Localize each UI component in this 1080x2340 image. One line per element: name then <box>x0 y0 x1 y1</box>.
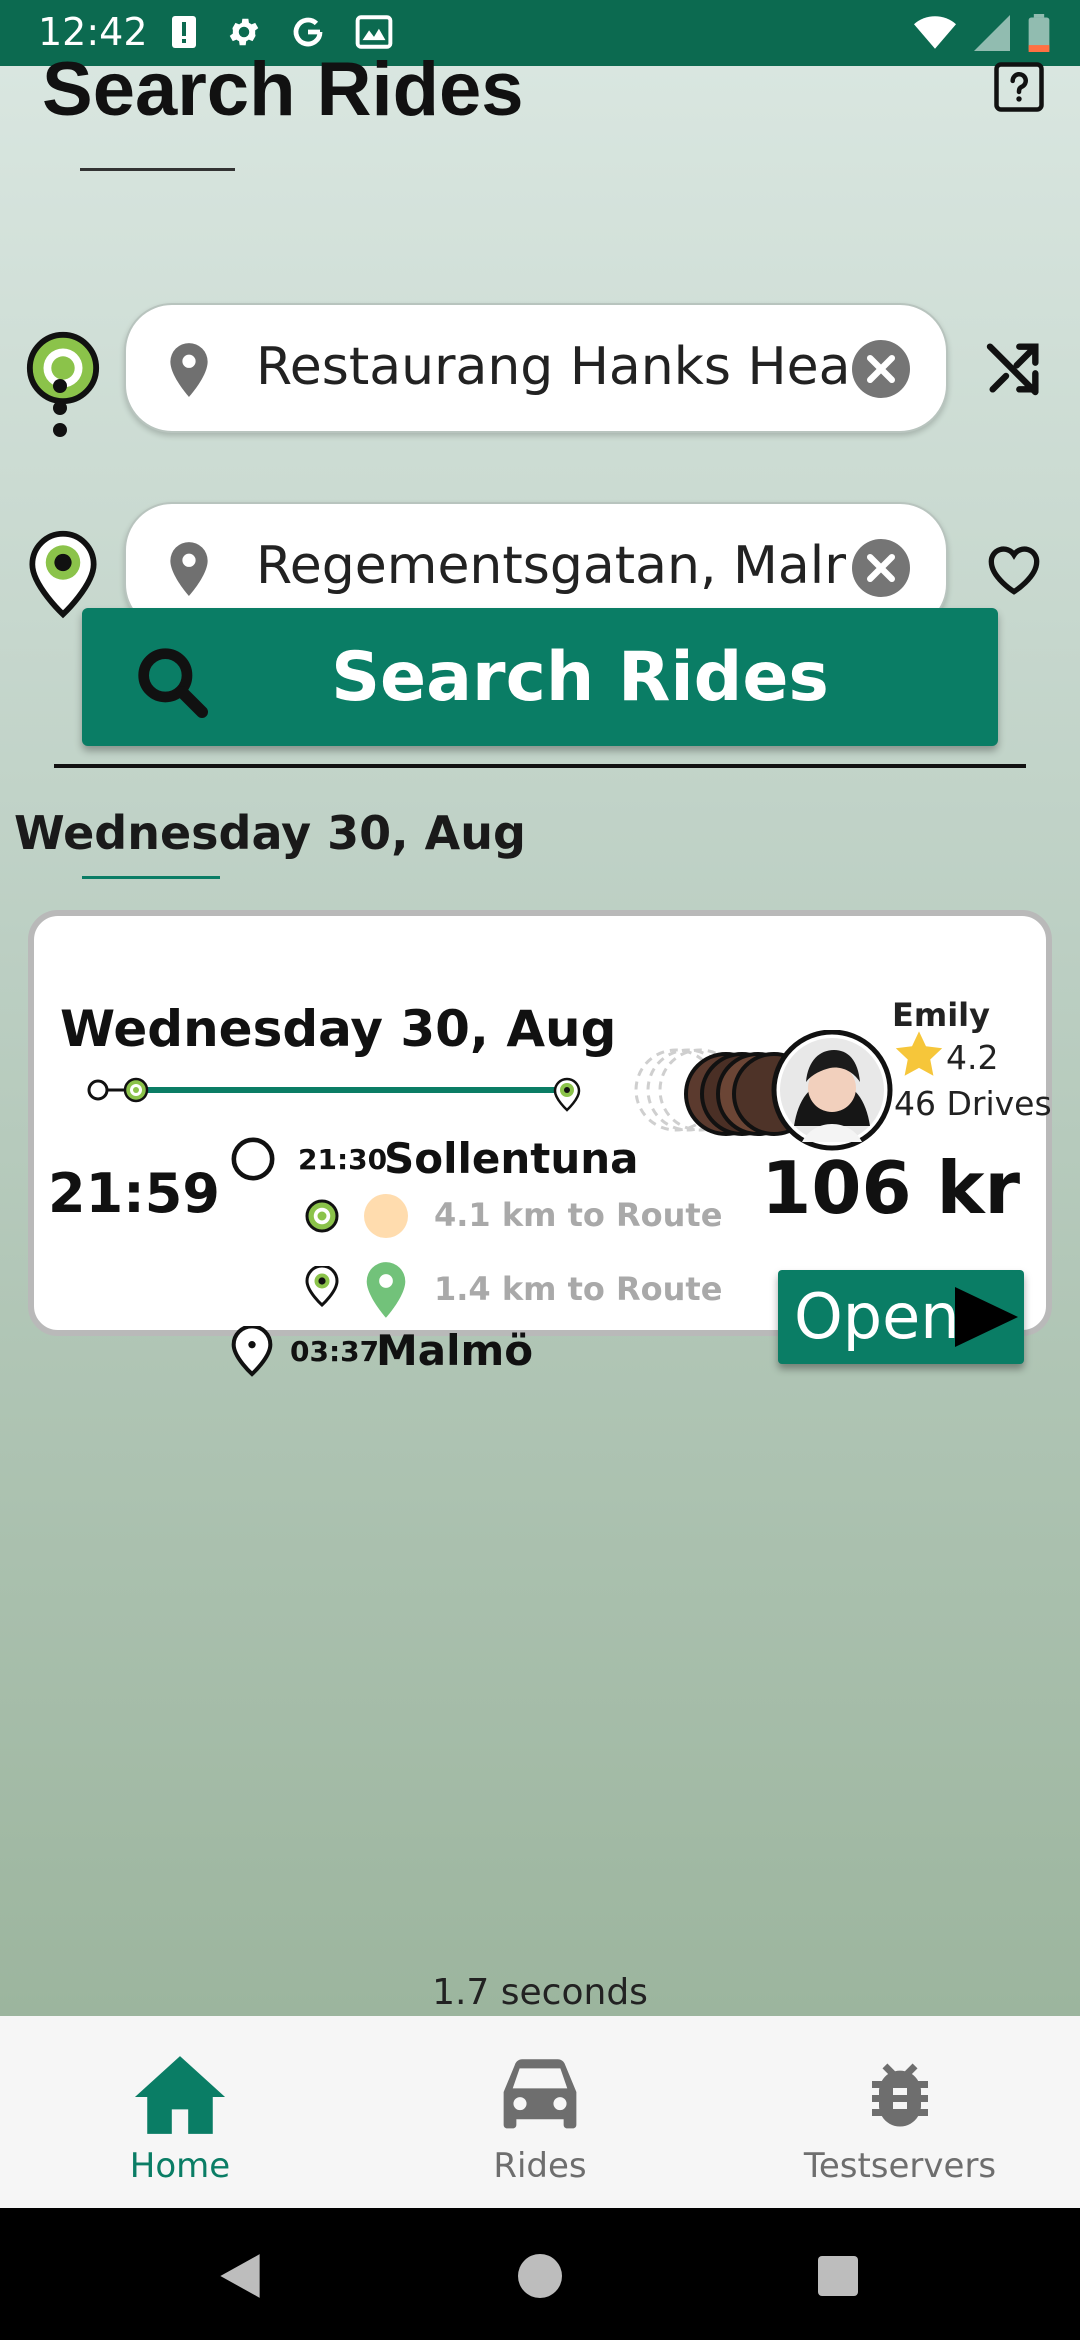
driver-rating: 4.2 <box>946 1038 999 1077</box>
title-underline <box>80 168 235 171</box>
bug-icon <box>872 2063 928 2127</box>
pickup-icon <box>305 1199 339 1233</box>
page-title: Search Rides <box>42 47 524 132</box>
end-city: Malmö <box>376 1326 534 1375</box>
pickup-distance: 4.1 km to Route <box>434 1196 723 1234</box>
gallery-icon <box>355 15 393 49</box>
destination-marker-icon <box>29 530 97 619</box>
open-label: Open <box>794 1280 960 1353</box>
home-system-icon[interactable] <box>518 2254 562 2298</box>
to-input[interactable]: Regementsgatan, Malmö, Sweden <box>256 536 846 596</box>
open-ride-button[interactable]: Open <box>778 1270 1024 1364</box>
start-time: 21:30 <box>298 1143 388 1176</box>
search-timing: 1.7 seconds <box>432 1972 648 2013</box>
help-icon[interactable] <box>992 60 1046 114</box>
nav-testservers[interactable]: Testservers <box>780 2016 1020 2208</box>
end-stop-icon <box>231 1326 273 1377</box>
start-city: Sollentuna <box>384 1134 639 1183</box>
location-pin-icon <box>366 1262 406 1318</box>
google-icon <box>293 17 323 47</box>
nav-rides[interactable]: Rides <box>420 2016 660 2208</box>
search-rides-button[interactable]: Search Rides <box>82 608 998 746</box>
route-line <box>87 1077 581 1112</box>
departure-time: 21:59 <box>48 1162 220 1225</box>
bottom-nav: Home Rides Testservers <box>0 2016 1080 2208</box>
dropoff-icon <box>305 1266 339 1308</box>
wifi-icon <box>914 16 956 49</box>
play-icon <box>955 1287 1018 1347</box>
ride-date: Wednesday 30, Aug <box>60 1000 617 1058</box>
alert-icon <box>172 16 196 48</box>
car-icon <box>503 2059 577 2129</box>
ride-price: 106 kr <box>761 1146 1020 1230</box>
route-dots-icon <box>53 379 67 437</box>
from-input[interactable]: Restaurang Hanks Heaven <box>256 337 846 397</box>
back-icon[interactable] <box>218 2252 262 2300</box>
battery-icon <box>1028 14 1050 52</box>
from-row: Restaurang Hanks Heaven <box>0 303 1080 433</box>
driver-avatars[interactable] <box>616 1030 896 1160</box>
heart-icon[interactable] <box>982 537 1046 601</box>
recents-icon[interactable] <box>818 2256 858 2296</box>
start-stop-icon <box>231 1137 275 1181</box>
system-nav-bar <box>0 2208 1080 2340</box>
clear-to-icon[interactable] <box>852 539 910 597</box>
end-time: 03:37 <box>290 1335 380 1368</box>
status-notification-icons <box>170 14 394 50</box>
date-underline <box>82 876 220 879</box>
signal-icon <box>974 15 1010 51</box>
star-icon <box>895 1031 943 1076</box>
settings-gear-icon <box>229 18 259 46</box>
nav-rides-label: Rides <box>493 2146 587 2186</box>
location-pin-icon <box>170 542 208 596</box>
location-pin-icon <box>170 343 208 397</box>
nav-testservers-label: Testservers <box>803 2146 997 2186</box>
dropoff-distance: 1.4 km to Route <box>434 1270 723 1308</box>
home-icon <box>134 2056 226 2134</box>
shuffle-icon[interactable] <box>982 336 1046 400</box>
clear-from-icon[interactable] <box>852 340 910 398</box>
divider <box>54 764 1026 768</box>
driver-drives: 46 Drives <box>894 1084 1052 1123</box>
status-system-icons <box>914 14 1050 52</box>
results-date-header: Wednesday 30, Aug <box>14 806 526 860</box>
pickup-dot-icon <box>364 1194 408 1238</box>
nav-home[interactable]: Home <box>60 2016 300 2208</box>
from-field[interactable]: Restaurang Hanks Heaven <box>124 303 948 433</box>
search-rides-label: Search Rides <box>331 638 829 717</box>
nav-home-label: Home <box>129 2146 231 2186</box>
